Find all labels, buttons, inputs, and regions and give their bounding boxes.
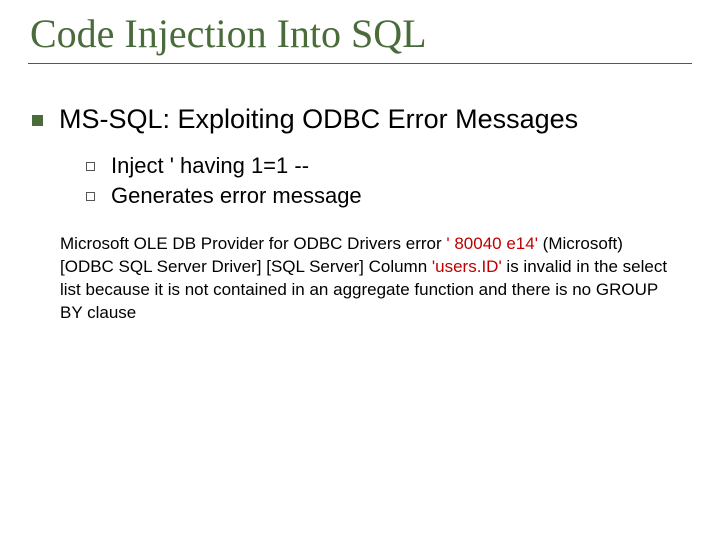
hollow-square-bullet-icon (86, 192, 95, 201)
bullet-level2-group: Inject ' having 1=1 -- Generates error m… (86, 153, 690, 209)
title-divider (28, 63, 692, 64)
bullet-level1: MS-SQL: Exploiting ODBC Error Messages (32, 104, 690, 135)
error-code: ' 80040 e14' (446, 234, 538, 253)
error-message-paragraph: Microsoft OLE DB Provider for ODBC Drive… (60, 233, 680, 325)
para-text: Microsoft OLE DB Provider for ODBC Drive… (60, 234, 446, 253)
square-bullet-icon (32, 115, 43, 126)
bullet-level2: Generates error message (86, 183, 690, 209)
bullet-level2-text: Generates error message (111, 183, 362, 209)
slide-title: Code Injection Into SQL (30, 10, 690, 57)
column-name: 'users.ID' (432, 257, 502, 276)
bullet-level2-text: Inject ' having 1=1 -- (111, 153, 309, 179)
slide: Code Injection Into SQL MS-SQL: Exploiti… (0, 0, 720, 540)
hollow-square-bullet-icon (86, 162, 95, 171)
bullet-level2: Inject ' having 1=1 -- (86, 153, 690, 179)
bullet-level1-text: MS-SQL: Exploiting ODBC Error Messages (59, 104, 578, 135)
